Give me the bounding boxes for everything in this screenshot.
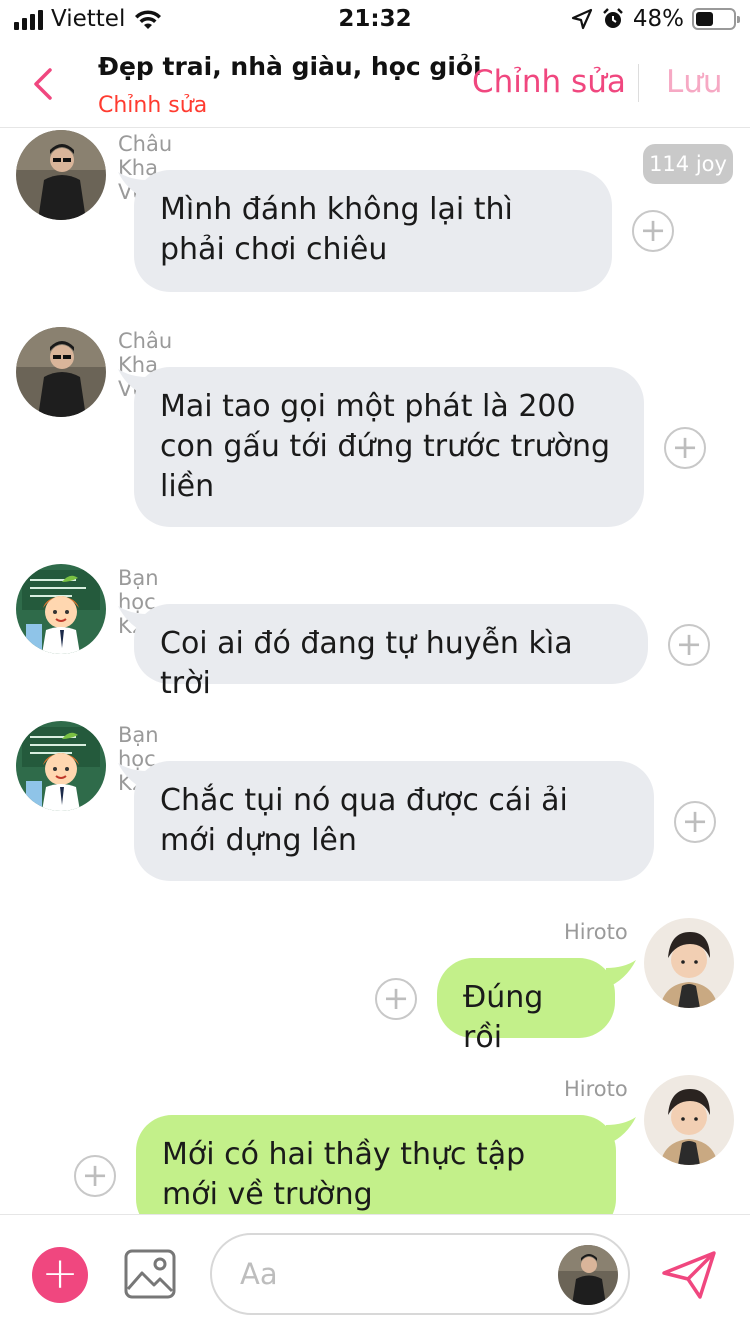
send-icon[interactable] bbox=[660, 1249, 718, 1301]
joy-badge: 114 joy bbox=[643, 144, 733, 184]
edit-button[interactable]: Chỉnh sửa bbox=[472, 64, 626, 100]
message-bubble[interactable]: Mai tao gọi một phát là 200 con gấu tới … bbox=[134, 367, 644, 527]
message-bubble[interactable]: Đúng rồi bbox=[437, 958, 615, 1055]
alarm-clock-icon bbox=[603, 8, 623, 28]
avatar[interactable] bbox=[16, 721, 106, 811]
chat-header: Đẹp trai, nhà giàu, học giỏi Chỉnh sửa C… bbox=[0, 40, 750, 128]
message-bubble[interactable]: Mình đánh không lại thì phải chơi chiêu bbox=[134, 170, 612, 292]
conversation-subtitle[interactable]: Chỉnh sửa bbox=[98, 93, 482, 118]
status-bar: Viettel 21:32 48% bbox=[0, 0, 750, 40]
message-bubble[interactable]: Mới có hai thầy thực tập mới về trường bbox=[136, 1115, 616, 1214]
image-gallery-icon[interactable] bbox=[124, 1249, 176, 1299]
header-divider bbox=[638, 64, 639, 102]
message-list[interactable]: 114 joy Châu Kha Vũ Mình đánh không lại … bbox=[0, 128, 750, 1214]
add-reaction-icon[interactable]: + bbox=[674, 801, 716, 843]
add-reaction-icon[interactable]: + bbox=[632, 210, 674, 252]
sticker-avatar-icon[interactable] bbox=[558, 1245, 618, 1305]
composer-bar: + bbox=[0, 1214, 750, 1334]
message-input[interactable] bbox=[240, 1251, 540, 1297]
add-reaction-icon[interactable]: + bbox=[74, 1155, 116, 1197]
sender-name: Hiroto bbox=[564, 920, 628, 944]
avatar[interactable] bbox=[644, 1075, 734, 1165]
conversation-title: Đẹp trai, nhà giàu, học giỏi bbox=[98, 52, 482, 81]
add-attachment-button[interactable]: + bbox=[32, 1247, 88, 1303]
avatar[interactable] bbox=[644, 918, 734, 1008]
avatar[interactable] bbox=[16, 327, 106, 417]
avatar[interactable] bbox=[16, 130, 106, 220]
add-reaction-icon[interactable]: + bbox=[668, 624, 710, 666]
battery-icon bbox=[692, 8, 740, 30]
save-button[interactable]: Lưu bbox=[666, 64, 723, 100]
avatar[interactable] bbox=[16, 564, 106, 654]
back-chevron-icon[interactable] bbox=[24, 62, 64, 102]
sender-name: Hiroto bbox=[564, 1077, 628, 1101]
message-input-box[interactable] bbox=[210, 1233, 630, 1315]
add-reaction-icon[interactable]: + bbox=[664, 427, 706, 469]
location-arrow-icon bbox=[571, 8, 592, 30]
add-reaction-icon[interactable]: + bbox=[375, 978, 417, 1020]
message-bubble[interactable]: Chắc tụi nó qua được cái ải mới dựng lên bbox=[134, 761, 654, 881]
battery-percent: 48% bbox=[632, 6, 684, 32]
message-bubble[interactable]: Coi ai đó đang tự huyễn kìa trời bbox=[134, 604, 648, 701]
